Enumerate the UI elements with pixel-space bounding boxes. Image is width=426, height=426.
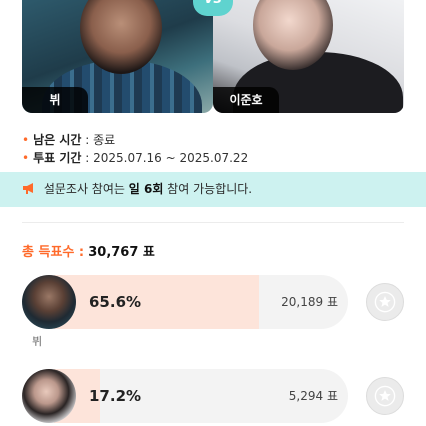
result-candidate-name: 뷔: [32, 335, 43, 348]
vote-period-line: • 투표 기간 : 2025.07.16 ~ 2025.07.22: [22, 149, 248, 166]
vote-period-label: 투표 기간: [33, 151, 82, 165]
vote-period-value: : 2025.07.16 ~ 2025.07.22: [85, 151, 249, 165]
result-percent: 65.6%: [89, 293, 142, 311]
star-icon: [374, 291, 396, 313]
section-divider: [22, 222, 404, 223]
remaining-time-value: : 종료: [85, 133, 116, 147]
avatar: [22, 275, 76, 329]
star-icon: [374, 385, 396, 407]
result-bar-fill: [54, 275, 259, 329]
vote-button[interactable]: [366, 283, 404, 321]
result-votes: 20,189 표: [281, 295, 338, 309]
candidate-photo-right[interactable]: 이준호: [213, 0, 404, 113]
result-row: 17.2% 5,294 표: [22, 369, 404, 423]
megaphone-icon: [22, 182, 40, 196]
versus-hero: 뷔 이준호 vs: [0, 0, 426, 126]
total-votes: 총 득표수 : 30,767 표: [22, 241, 155, 260]
participation-notice-banner: 설문조사 참여는 일 6회 참여 가능합니다.: [0, 172, 426, 207]
remaining-time-line: • 남은 시간 : 종료: [22, 131, 115, 148]
result-percent: 17.2%: [89, 387, 142, 405]
notice-text-highlight: 일 6회: [128, 182, 164, 196]
dot-icon: •: [22, 151, 30, 165]
result-row: 65.6% 20,189 표: [22, 275, 404, 329]
total-votes-value: 30,767 표: [88, 245, 155, 260]
vote-button[interactable]: [366, 377, 404, 415]
candidate-name-tag-left: 뷔: [22, 87, 88, 113]
candidate-photo-left[interactable]: 뷔: [22, 0, 213, 113]
remaining-time-label: 남은 시간: [33, 133, 82, 147]
avatar: [22, 369, 76, 423]
result-votes: 5,294 표: [288, 389, 338, 403]
notice-text-prefix: 설문조사 참여는: [43, 182, 129, 196]
notice-text-suffix: 참여 가능합니다.: [163, 182, 253, 196]
total-votes-label: 총 득표수 :: [22, 245, 85, 260]
candidate-name-tag-right: 이준호: [213, 87, 279, 113]
dot-icon: •: [22, 133, 30, 147]
